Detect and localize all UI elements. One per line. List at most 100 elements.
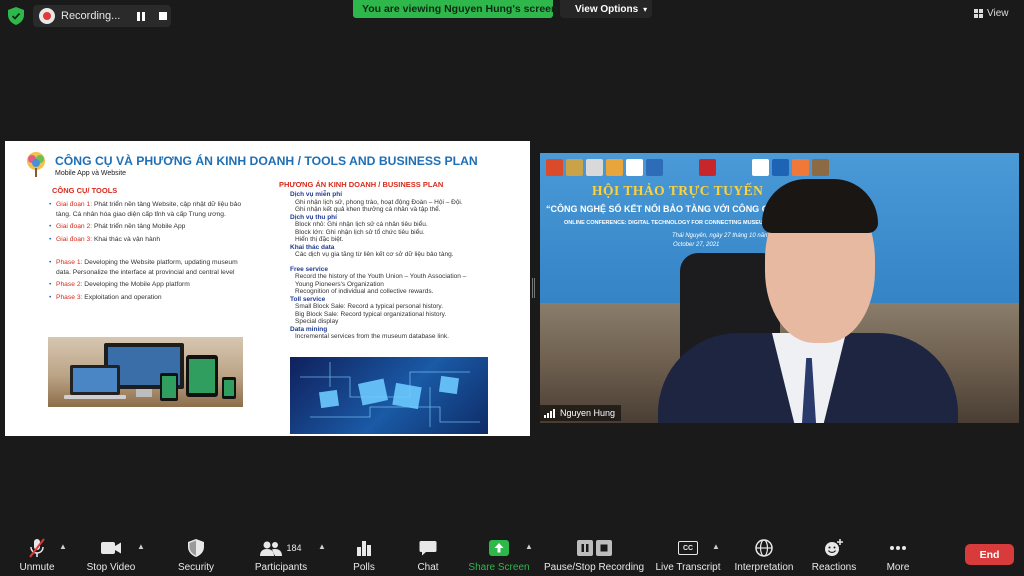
recording-indicator: Recording... (33, 5, 171, 27)
stop-video-label: Stop Video (86, 562, 136, 573)
signal-strength-icon (544, 408, 555, 418)
unmute-options-caret[interactable]: ▲ (59, 542, 67, 551)
list-item: Hiển thị đặc biệt. (295, 236, 344, 243)
chat-button[interactable]: Chat (412, 530, 444, 576)
list-item: Small Block Sale: Record a typical perso… (295, 303, 443, 310)
sponsor-logos (546, 159, 829, 176)
list-item: Ghi nhận kết quả khen thưởng cá nhân và … (295, 206, 441, 213)
devices-image (48, 337, 243, 407)
video-options-caret[interactable]: ▲ (137, 542, 145, 551)
participants-label: Participants (254, 562, 308, 573)
logo-icon (586, 159, 603, 176)
unmute-button[interactable]: Unmute (14, 530, 60, 576)
logo-icon (546, 159, 563, 176)
end-meeting-button[interactable]: End (965, 544, 1014, 565)
list-item: • Phase 1: Developing the Website platfo… (49, 258, 238, 276)
list-item: Block lớn: Ghi nhận lịch sử tổ chức tiêu… (295, 228, 425, 236)
chat-label: Chat (417, 562, 439, 573)
zoom-meeting-window: Recording... You are viewing Nguyen Hung… (0, 0, 1024, 576)
viewing-screen-banner: You are viewing Nguyen Hung's screen (353, 0, 557, 18)
list-item: Dịch vụ miễn phí (290, 191, 343, 198)
business-plan-list: Dịch vụ miễn phí Ghi nhận lịch sử, phong… (279, 191, 524, 341)
polls-label: Polls (353, 562, 375, 573)
resize-handle[interactable] (532, 278, 535, 298)
conference-title: HỘI THẢO TRỰC TUYẾN (592, 183, 764, 198)
list-item: Special display (295, 318, 339, 325)
slide-subtitle: Mobile App và Website (55, 170, 127, 177)
stop-video-button[interactable]: Stop Video (84, 530, 138, 576)
bar-chart-icon (357, 541, 371, 556)
share-screen-icon (489, 540, 509, 556)
view-layout-button[interactable]: View (974, 4, 1018, 22)
participant-name: Nguyen Hung (560, 408, 616, 418)
logo-icon (646, 159, 663, 176)
list-item: Khai thác data (290, 243, 335, 251)
recording-cloud-icon (39, 8, 55, 24)
video-camera-icon (101, 542, 121, 554)
live-transcript-button[interactable]: CC Live Transcript (654, 530, 722, 576)
more-button[interactable]: More (880, 530, 916, 576)
pause-icon (137, 11, 145, 21)
logo-icon (606, 159, 623, 176)
conference-date-en: October 27, 2021 (673, 242, 720, 248)
view-options-button[interactable]: View Options ▾ (560, 0, 652, 18)
conference-subtitle: “CÔNG NGHỆ SỐ KẾT NỐI BẢO TÀNG VỚI CÔNG … (546, 204, 788, 214)
logo-icon (699, 159, 716, 176)
list-item: Incremental services from the museum dat… (295, 333, 449, 340)
unmute-label: Unmute (19, 562, 55, 573)
stop-icon (159, 12, 167, 20)
list-item: • Giai đoạn 1: Phát triển nền tảng Websi… (49, 201, 242, 218)
grid-icon (974, 8, 983, 18)
interpretation-button[interactable]: Interpretation (731, 530, 797, 576)
globe-icon (755, 539, 773, 557)
participants-options-caret[interactable]: ▲ (318, 542, 326, 551)
list-item: Dịch vụ thu phí (290, 213, 337, 221)
polls-button[interactable]: Polls (346, 530, 382, 576)
list-item: Các dịch vụ gia tăng từ liên kết cơ sở d… (295, 251, 454, 258)
list-item: • Phase 3: Exploitation and operation (49, 293, 162, 301)
meeting-toolbar: Unmute ▲ Stop Video ▲ Security 184 Parti… (0, 530, 1024, 576)
slide-title: CÔNG CỤ VÀ PHƯƠNG ÁN KINH DOANH / TOOLS … (55, 154, 478, 168)
recording-label: Recording... (61, 10, 121, 22)
more-dots-icon (890, 546, 906, 550)
participants-icon (260, 541, 283, 556)
blockchain-image (290, 357, 488, 434)
transcript-options-caret[interactable]: ▲ (712, 542, 720, 551)
participants-count: 184 (286, 543, 302, 553)
banner-text: You are viewing Nguyen Hung's screen (362, 3, 558, 15)
list-item: Toll service (290, 295, 326, 303)
list-item: Ghi nhận lịch sử, phong trào, hoạt động … (295, 198, 463, 206)
list-item: Recognition of individual and collective… (295, 288, 434, 295)
emoji-add-icon (825, 539, 843, 556)
list-item: • Giai đoạn 2: Phát triển nền tảng Mobil… (49, 223, 186, 231)
view-options-label: View Options (575, 3, 639, 15)
tools-list: • Giai đoạn 1: Phát triển nền tảng Websi… (49, 200, 244, 306)
pause-stop-recording-button[interactable]: Pause/Stop Recording (544, 530, 644, 576)
list-item: Block nhỏ: Ghi nhận lịch sử cá nhân tiêu… (295, 221, 428, 228)
reactions-button[interactable]: Reactions (810, 530, 858, 576)
security-button[interactable]: Security (174, 530, 218, 576)
tools-heading: CÔNG CỤ/ TOOLS (52, 186, 118, 195)
business-plan-heading: PHƯƠNG ÁN KINH DOANH / BUSINESS PLAN (279, 180, 444, 189)
stop-recording-button[interactable] (155, 8, 171, 24)
shared-screen-slide: CÔNG CỤ VÀ PHƯƠNG ÁN KINH DOANH / TOOLS … (5, 141, 530, 436)
logo-icon (772, 159, 789, 176)
speaker-video-tile[interactable]: HỘI THẢO TRỰC TUYẾN “CÔNG NGHỆ SỐ KẾT NỐ… (540, 153, 1019, 423)
logo-icon (792, 159, 809, 176)
reactions-label: Reactions (811, 562, 857, 573)
list-item: Young Pioneers's Organization (295, 280, 384, 288)
logo-icon (566, 159, 583, 176)
logo-icon (626, 159, 643, 176)
list-item: Data mining (290, 325, 328, 333)
stop-icon (595, 540, 612, 556)
interpretation-label: Interpretation (734, 562, 794, 573)
share-screen-button[interactable]: Share Screen (468, 530, 530, 576)
share-screen-label: Share Screen (468, 562, 530, 573)
closed-caption-icon: CC (678, 541, 698, 555)
view-label: View (987, 7, 1009, 19)
participants-button[interactable]: 184 Participants (250, 530, 312, 576)
more-label: More (886, 562, 910, 573)
security-shield-icon[interactable] (8, 7, 24, 25)
share-options-caret[interactable]: ▲ (525, 542, 533, 551)
pause-recording-button[interactable] (133, 8, 149, 24)
